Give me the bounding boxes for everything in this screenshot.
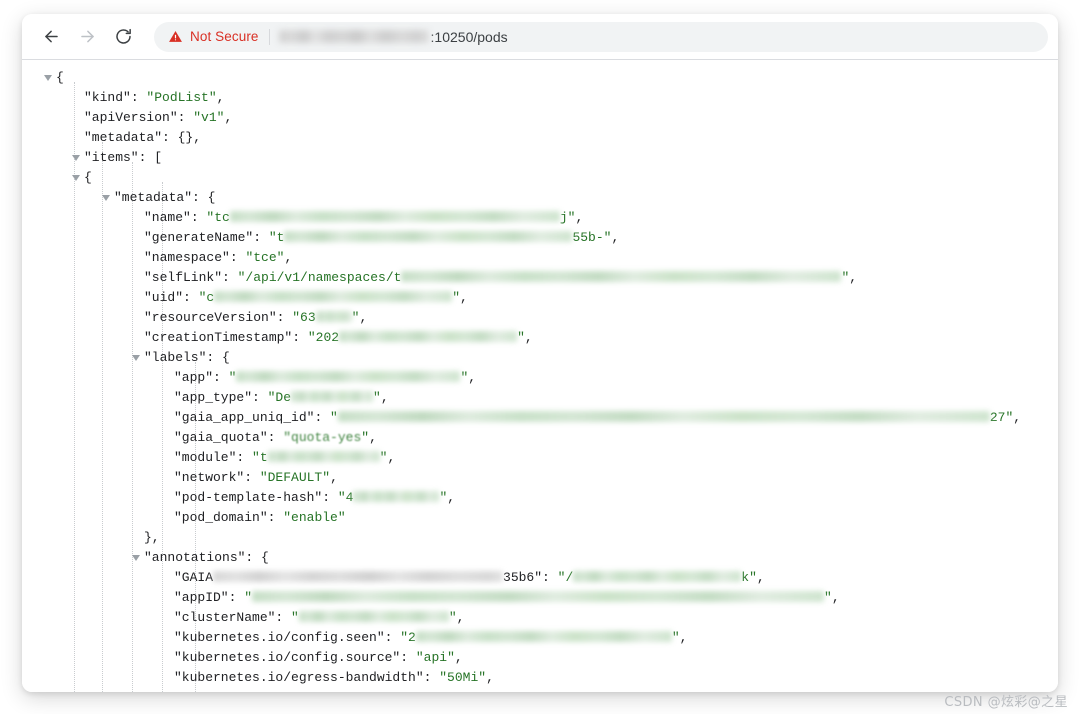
reload-icon — [114, 27, 133, 46]
json-line: "metadata": {}, — [84, 130, 202, 145]
json-line: "creationTimestamp": "202 ", — [144, 330, 533, 345]
json-viewer[interactable]: { "kind": "PodList", "apiVersion": "v1", "m… — [22, 60, 1058, 692]
address-bar[interactable]: Not Secure :10250/pods — [154, 21, 1048, 52]
redacted-value — [291, 391, 374, 403]
json-tree: { "kind": "PodList", "apiVersion": "v1", "m… — [22, 68, 1058, 692]
back-arrow-icon — [42, 27, 61, 46]
json-line: "kubernetes.io/config.seen": "2 ", — [174, 630, 688, 645]
json-line: "pod_domain": "enable" — [174, 510, 346, 525]
omnibox-divider — [268, 28, 270, 45]
reload-button[interactable] — [108, 22, 138, 52]
json-line: "app": " ", — [174, 370, 477, 385]
json-line: "app_type": "De ", — [174, 390, 389, 405]
csdn-watermark: CSDN @炫彩@之星 — [944, 695, 1068, 710]
redacted-value — [214, 291, 453, 303]
json-line: "resourceVersion": "63 ", — [144, 310, 368, 325]
json-line: "appID": " ", — [174, 590, 840, 605]
security-status-label: Not Secure — [190, 29, 259, 44]
back-button[interactable] — [36, 22, 66, 52]
redacted-value — [401, 271, 842, 283]
forward-arrow-icon — [78, 27, 97, 46]
redacted-value — [298, 611, 449, 623]
collapse-triangle-icon[interactable] — [72, 155, 80, 161]
json-line: { — [22, 168, 1058, 188]
json-line: "apiVersion": "v1", — [84, 110, 233, 125]
redacted-value — [337, 411, 990, 423]
redacted-value — [267, 451, 380, 463]
json-line: "labels": { — [22, 348, 1058, 368]
json-line: "generateName": "t 55b-", — [144, 230, 620, 245]
json-line: "GAIA 35b6": "/k", — [174, 570, 765, 585]
collapse-triangle-icon[interactable] — [132, 555, 140, 561]
json-line: "name": "tc j", — [144, 210, 584, 225]
json-line: "module": "t ", — [174, 450, 396, 465]
browser-window: Not Secure :10250/pods { "kind": "PodList… — [22, 14, 1058, 692]
json-line: "selfLink": "/api/v1/namespaces/t ", — [144, 270, 858, 285]
redacted-value — [573, 571, 742, 583]
json-line: "gaia_quota": "quota-yes", — [174, 430, 377, 445]
json-line: }, — [144, 530, 160, 545]
json-line: "uid": "c ", — [144, 290, 468, 305]
redacted-value — [213, 571, 504, 583]
json-line: "kubernetes.io/config.source": "api", — [174, 650, 463, 665]
json-line: "namespace": "tce", — [144, 250, 293, 265]
json-line: "items": [ — [22, 148, 1058, 168]
collapse-triangle-icon[interactable] — [72, 175, 80, 181]
url-path-label: :10250/pods — [430, 28, 508, 45]
screenshot-root: Not Secure :10250/pods { "kind": "PodList… — [0, 0, 1080, 714]
json-line: "clusterName": " ", — [174, 610, 465, 625]
redacted-value — [339, 331, 518, 343]
collapse-triangle-icon[interactable] — [102, 195, 110, 201]
redacted-value — [353, 491, 440, 503]
browser-toolbar: Not Secure :10250/pods — [22, 14, 1058, 60]
json-line: "metadata": { — [22, 188, 1058, 208]
redacted-value — [252, 591, 825, 603]
json-line: { — [22, 68, 1058, 88]
json-line: "gaia_app_uniq_id": " 27", — [174, 410, 1022, 425]
json-line: "kind": "PodList", — [84, 90, 225, 105]
url-host-redacted — [278, 30, 429, 43]
collapse-triangle-icon[interactable] — [44, 75, 52, 81]
collapse-triangle-icon[interactable] — [132, 355, 140, 361]
redacted-value — [236, 371, 461, 383]
json-line: "kubernetes.io/egress-bandwidth": "50Mi"… — [174, 670, 494, 685]
redacted-value — [415, 631, 672, 643]
redacted-value — [315, 311, 352, 323]
redacted-value — [284, 231, 573, 243]
json-line: "annotations": { — [22, 548, 1058, 568]
redacted-value — [229, 211, 560, 223]
forward-button[interactable] — [72, 22, 102, 52]
json-line: "pod-template-hash": "4 ", — [174, 490, 456, 505]
warning-triangle-icon — [168, 29, 183, 44]
json-line: "network": "DEFAULT", — [174, 470, 338, 485]
